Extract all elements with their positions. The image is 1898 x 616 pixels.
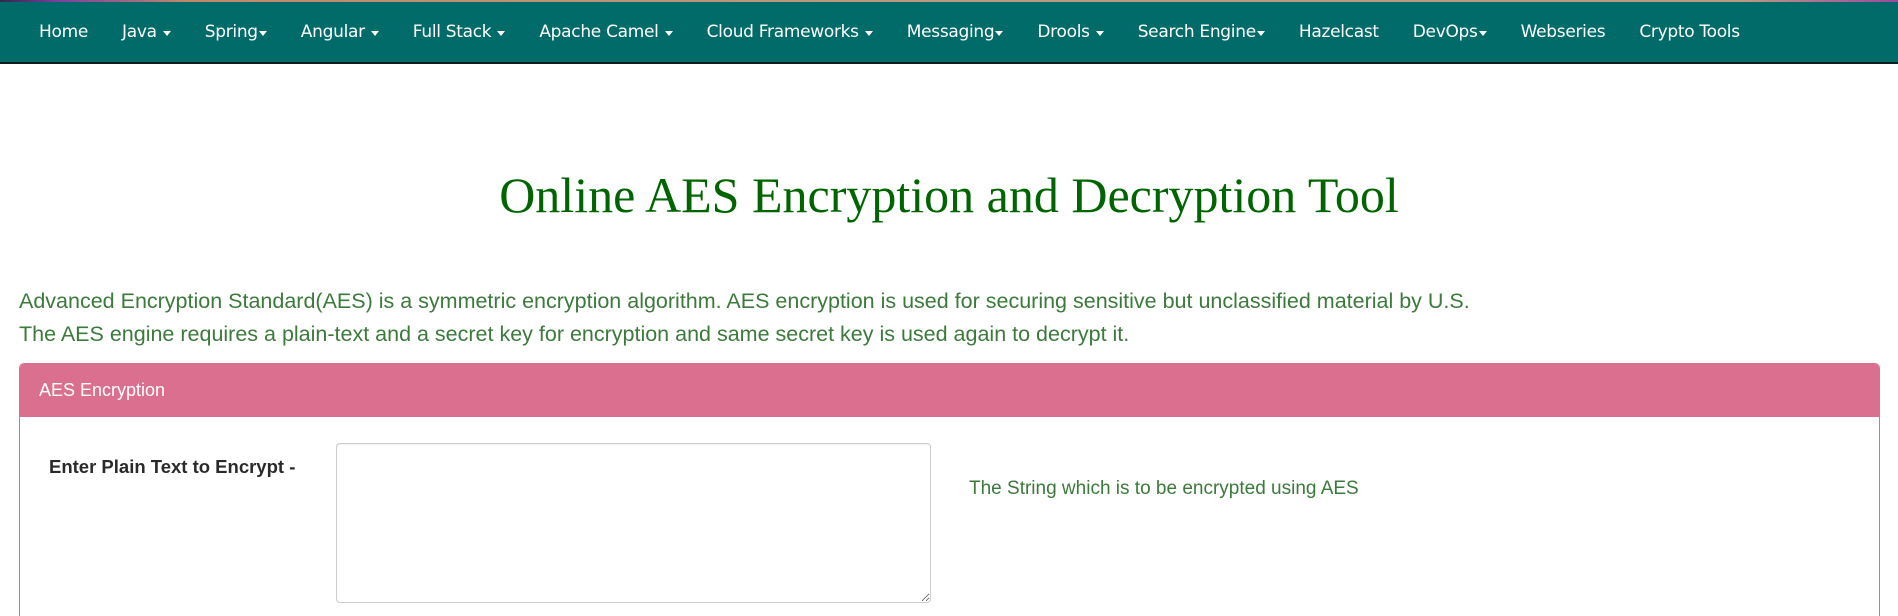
nav-label: Cloud Frameworks [706, 22, 859, 42]
nav-label: Messaging [906, 22, 995, 42]
intro-line-2: The AES engine requires a plain-text and… [19, 322, 1130, 346]
caret-down-icon [864, 30, 873, 36]
caret-down-icon [1478, 30, 1487, 36]
nav-item-search-engine[interactable]: Search Engine [1121, 2, 1282, 62]
caret-down-icon [370, 30, 379, 36]
plain-text-input[interactable] [336, 443, 931, 603]
nav-item-apache-camel[interactable]: Apache Camel [522, 2, 689, 62]
nav-label: Java [122, 22, 157, 42]
plain-text-hint: The String which is to be encrypted usin… [969, 478, 1359, 499]
caret-down-icon [162, 30, 171, 36]
nav-item-spring[interactable]: Spring [188, 2, 284, 62]
page-title: Online AES Encryption and Decryption Too… [499, 167, 1399, 223]
nav-item-crypto-tools[interactable]: Crypto Tools [1622, 2, 1756, 62]
nav-item-webseries[interactable]: Webseries [1504, 2, 1623, 62]
nav-label: Apache Camel [539, 22, 659, 42]
intro-line-1: Advanced Encryption Standard(AES) is a s… [19, 289, 1470, 313]
nav-label: Drools [1037, 22, 1090, 42]
nav-item-home[interactable]: Home [22, 2, 105, 62]
nav-label: Spring [204, 22, 258, 42]
caret-down-icon [497, 30, 506, 36]
nav-label: Crypto Tools [1639, 22, 1740, 42]
nav-item-hazelcast[interactable]: Hazelcast [1282, 2, 1396, 62]
nav-item-drools[interactable]: Drools [1020, 2, 1120, 62]
caret-down-icon [664, 30, 673, 36]
aes-encryption-panel: AES Encryption Enter Plain Text to Encry… [19, 363, 1880, 616]
caret-down-icon [258, 30, 267, 36]
nav-item-cloud-frameworks[interactable]: Cloud Frameworks [690, 2, 890, 62]
caret-down-icon [1095, 30, 1104, 36]
nav-label: Angular [300, 22, 365, 42]
nav-label: Home [39, 22, 89, 42]
nav-item-devops[interactable]: DevOps [1396, 2, 1504, 62]
nav-item-angular[interactable]: Angular [284, 2, 396, 62]
nav-label: Full Stack [412, 22, 492, 42]
panel-heading: AES Encryption [20, 364, 1879, 417]
caret-down-icon [1256, 30, 1265, 36]
nav-label: Search Engine [1137, 22, 1256, 42]
nav-label: DevOps [1412, 22, 1478, 42]
intro-text: Advanced Encryption Standard(AES) is a s… [19, 285, 1470, 351]
nav-label: Hazelcast [1298, 22, 1379, 42]
nav-item-full-stack[interactable]: Full Stack [396, 2, 523, 62]
nav-label: Webseries [1520, 22, 1606, 42]
plain-text-label: Enter Plain Text to Encrypt - [49, 456, 296, 477]
caret-down-icon [995, 30, 1004, 36]
main-navbar: Home Java Spring Angular Full Stack Apac… [0, 2, 1898, 64]
nav-item-java[interactable]: Java [105, 2, 188, 62]
nav-item-messaging[interactable]: Messaging [890, 2, 1021, 62]
